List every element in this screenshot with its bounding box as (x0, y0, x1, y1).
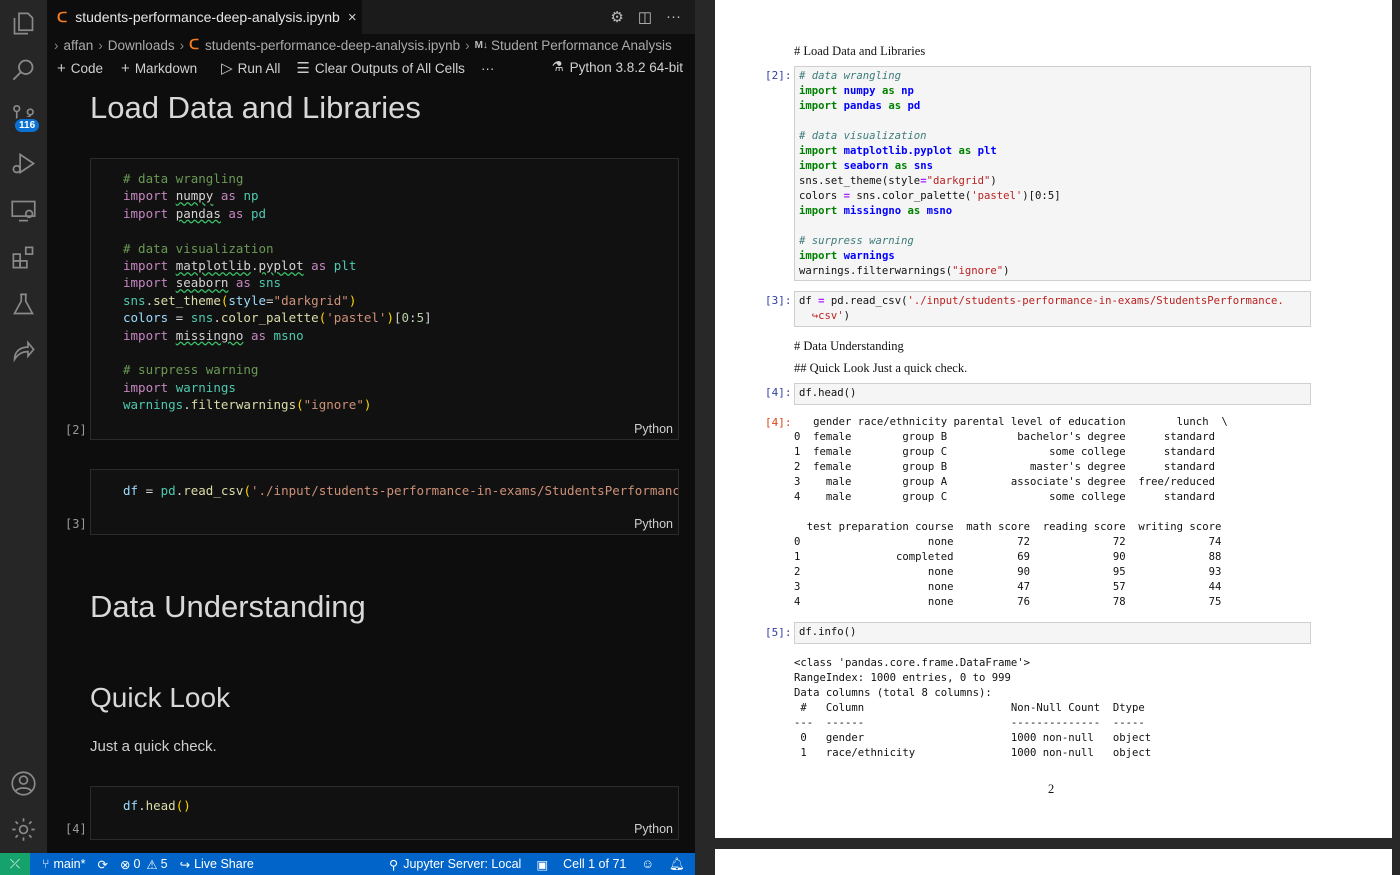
clear-outputs-button[interactable]: ☰ Clear Outputs of All Cells (296, 59, 465, 77)
pdf-cell-number: [2]: (765, 69, 792, 82)
tab-actions: ⚙ ◫ ··· (610, 8, 681, 26)
git-branch-icon: ⑂ (42, 857, 50, 871)
pdf-output-number: [4]: (765, 416, 792, 429)
pdf-code-block: df.info() (794, 622, 1311, 644)
execution-count: [2] (65, 423, 87, 437)
plus-icon: + (57, 59, 66, 77)
kernel-picker[interactable]: ⚗ Python 3.8.2 64-bit (552, 59, 683, 75)
notebook-cells: Load Data and Libraries # data wrangling… (47, 80, 695, 853)
jupyter-server-status[interactable]: ⚲ Jupyter Server: Local (389, 857, 521, 872)
pdf-heading-load: # Load Data and Libraries (794, 44, 926, 58)
plus-icon: + (121, 59, 130, 77)
status-right: ⚲ Jupyter Server: Local ▣ Cell 1 of 71 ☺ … (389, 853, 685, 875)
extensions-icon[interactable] (10, 244, 37, 271)
explorer-icon[interactable] (10, 10, 37, 37)
notebook-icon: ᑕ (189, 37, 199, 52)
code-cell-4[interactable]: df.head() Python (90, 786, 679, 840)
run-all-icon: ▷ (221, 60, 233, 77)
feedback-icon[interactable]: ☺ (641, 857, 654, 871)
remote-indicator-icon[interactable]: ⤫ (0, 853, 30, 875)
notebook-icon: ᑕ (57, 8, 68, 25)
markdown-heading-understanding[interactable]: Data Understanding (90, 589, 366, 625)
code-cell-2[interactable]: # data wrangling import numpy as np impo… (90, 158, 679, 440)
scm-count-badge: 116 (13, 117, 42, 134)
pdf-heading-quicklook: ## Quick Look Just a quick check. (794, 361, 968, 375)
pdf-page-number: 2 (1048, 782, 1055, 796)
sync-icon[interactable]: ⟳ (97, 857, 107, 872)
live-share-icon[interactable] (10, 337, 37, 364)
breadcrumb-section[interactable]: Student Performance Analysis (491, 38, 672, 53)
breadcrumb-folder[interactable]: Downloads (108, 38, 175, 53)
pdf-cell-number: [4]: (765, 386, 792, 399)
close-icon[interactable]: × (348, 9, 357, 26)
settings-gear-icon[interactable] (10, 816, 37, 843)
add-markdown-button[interactable]: + Markdown (121, 60, 197, 77)
cell-language[interactable]: Python (634, 422, 673, 436)
pdf-info-output: <class 'pandas.core.frame.DataFrame'> Ra… (794, 657, 1152, 759)
run-all-button[interactable]: ▷ Run All (221, 59, 280, 77)
pdf-head-output: gender race/ethnicity parental level of … (794, 416, 1228, 608)
plug-icon: ⚲ (389, 857, 399, 872)
pdf-code-block: df = pd.read_csv('./input/students-perfo… (794, 291, 1311, 327)
live-share-icon: ↪ (179, 857, 191, 872)
activity-bar: 116 (0, 0, 47, 853)
testing-icon[interactable] (10, 291, 37, 318)
breadcrumb: › affan › Downloads › ᑕ students-perform… (54, 37, 672, 53)
markdown-heading-quicklook[interactable]: Quick Look (90, 682, 230, 714)
pdf-code-block: # data wrangling import numpy as np impo… (794, 66, 1311, 281)
account-icon[interactable] (10, 770, 37, 797)
notebook-kernel-icon[interactable]: ▣ (536, 857, 548, 872)
pdf-next-page (715, 849, 1392, 875)
notebook-editor: ᑕ students-performance-deep-analysis.ipy… (47, 0, 695, 853)
problems-indicator[interactable]: ⊗ 0 ⚠ 5 (120, 857, 168, 872)
breadcrumb-file[interactable]: students-performance-deep-analysis.ipynb (205, 38, 460, 53)
gear-icon[interactable]: ⚙ (610, 8, 623, 26)
cell-language[interactable]: Python (634, 822, 673, 836)
notifications-bell-icon[interactable]: 🔔︎ (669, 857, 685, 872)
clear-all-icon: ☰ (296, 60, 310, 77)
add-code-button[interactable]: + Code (57, 60, 103, 77)
cell-position[interactable]: Cell 1 of 71 (563, 857, 626, 871)
tab-title: students-performance-deep-analysis.ipynb (75, 9, 340, 25)
execution-count: [4] (65, 822, 87, 836)
notebook-toolbar: + Code + Markdown ▷ Run All ☰ Clear Outputs … (47, 56, 695, 80)
tab-bar: ᑕ students-performance-deep-analysis.ipy… (47, 0, 695, 34)
markdown-heading-load[interactable]: Load Data and Libraries (90, 90, 421, 126)
markdown-text[interactable]: Just a quick check. (90, 738, 217, 755)
status-bar: ⤫ ⑂ main* ⟳ ⊗ 0 ⚠ 5 ↪ Live Share ⚲ Jupyter Se… (0, 853, 695, 875)
markdown-icon: M↓ (474, 39, 488, 51)
branch-indicator[interactable]: ⑂ main* (42, 857, 85, 871)
error-icon: ⊗ (119, 857, 131, 872)
pdf-page: # Load Data and Libraries [2]: # data wr… (715, 0, 1392, 838)
pdf-code-block: df.head() (794, 383, 1311, 405)
more-actions-icon[interactable]: ··· (666, 8, 681, 26)
pdf-cell-number: [3]: (765, 294, 792, 307)
warning-icon: ⚠ (146, 857, 158, 872)
live-share-button[interactable]: ↪ Live Share (180, 857, 254, 872)
remote-explorer-icon[interactable] (10, 197, 37, 224)
code-cell-3[interactable]: df = pd.read_csv('./input/students-perfo… (90, 469, 679, 535)
pdf-cell-number: [5]: (765, 626, 792, 639)
kernel-icon: ⚗ (551, 59, 564, 74)
app-root: 116 ᑕ students-performance-deep-analysis… (0, 0, 1400, 875)
search-icon[interactable] (10, 56, 37, 83)
code-editor[interactable]: # data wrangling import numpy as np impo… (91, 159, 678, 414)
cell-language[interactable]: Python (634, 517, 673, 531)
split-editor-icon[interactable]: ◫ (638, 8, 652, 26)
toolbar-more-button[interactable]: ··· (481, 61, 495, 76)
execution-count: [3] (65, 517, 87, 531)
breadcrumb-user[interactable]: affan (64, 38, 94, 53)
tab-notebook[interactable]: ᑕ students-performance-deep-analysis.ipy… (47, 0, 362, 34)
code-editor[interactable]: df.head() (91, 787, 678, 814)
pdf-heading-understanding: # Data Understanding (794, 339, 904, 353)
code-editor[interactable]: df = pd.read_csv('./input/students-perfo… (91, 470, 678, 499)
run-debug-icon[interactable] (10, 150, 37, 177)
